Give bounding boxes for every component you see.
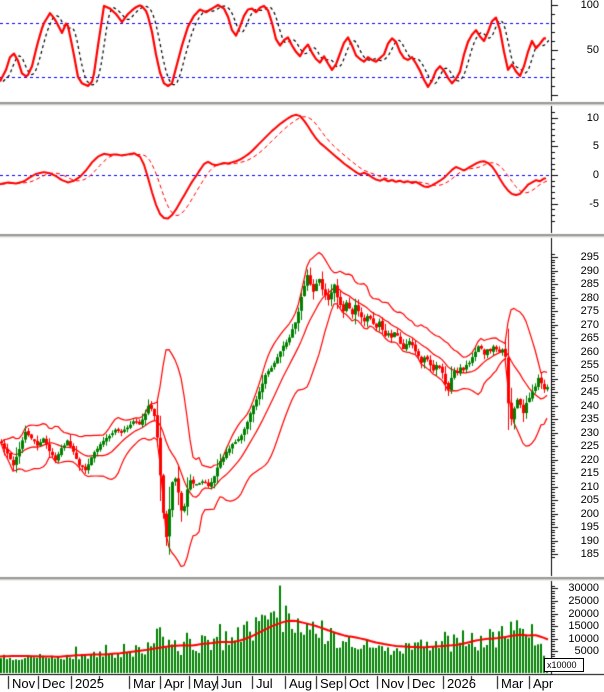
stock-chart-window: 100 50 10 5 0 -5 295 290 285 280 275 270 265 260 255 25…	[0, 0, 604, 692]
chart-canvas[interactable]	[0, 0, 604, 692]
volume-unit-label: x10000	[544, 658, 584, 672]
